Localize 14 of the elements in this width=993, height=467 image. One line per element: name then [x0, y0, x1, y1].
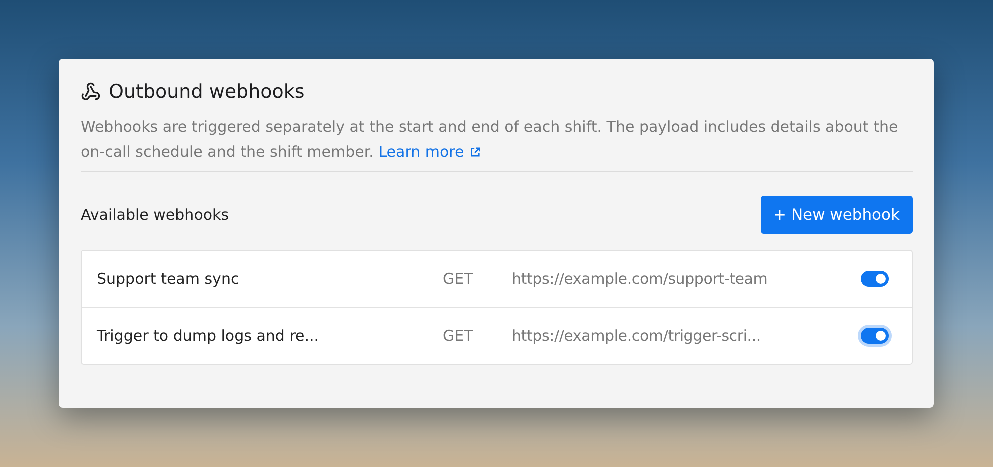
webhook-url: https://example.com/trigger-scri... [512, 327, 762, 345]
external-link-icon [470, 147, 482, 158]
webhook-method: GET [443, 327, 474, 345]
panel-description: Webhooks are triggered separately at the start and end of each shift. The payload includes details about the on-call schedule and the shift member. Learn more [81, 115, 913, 172]
webhook-method: GET [443, 270, 474, 288]
webhook-icon [81, 82, 101, 102]
panel-title: Outbound webhooks [109, 81, 305, 103]
new-webhook-button[interactable]: + New webhook [760, 196, 913, 234]
webhook-name: Trigger to dump logs and re... [97, 327, 320, 345]
webhook-toggle[interactable] [861, 271, 889, 287]
webhook-name: Support team sync [97, 270, 240, 288]
section-title: Available webhooks [81, 206, 230, 224]
webhook-url: https://example.com/support-team [512, 270, 769, 288]
learn-more-link[interactable]: Learn more [378, 140, 482, 165]
